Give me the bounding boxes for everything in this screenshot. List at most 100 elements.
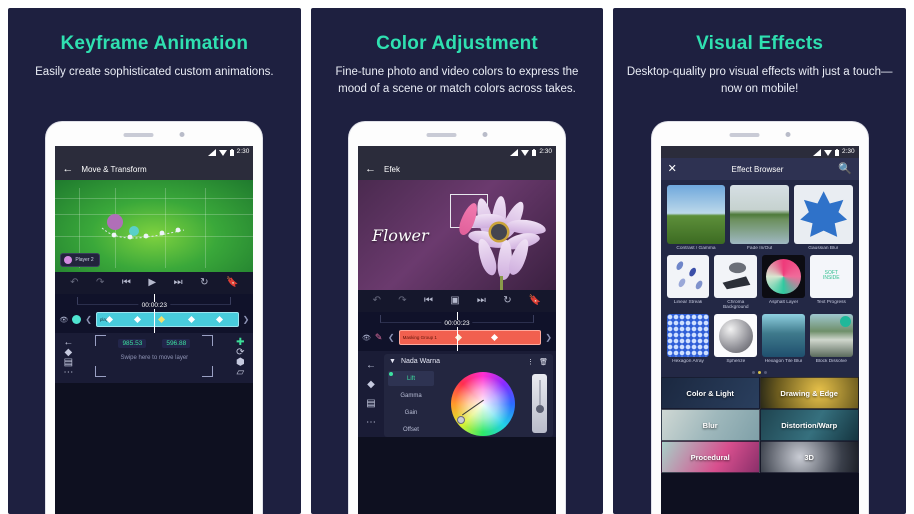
skew-icon[interactable]: ▱ [236,368,244,378]
effect-item[interactable]: Hexagon Array [666,314,710,364]
visibility-eye-icon[interactable]: 👁 [59,316,68,324]
signal-icon [510,148,519,156]
more-icon[interactable]: ⋯ [63,368,73,378]
page-dot[interactable] [752,371,756,375]
category-color-light[interactable]: Color & Light [660,377,760,410]
search-icon[interactable]: 🔍 [838,163,852,175]
redo-icon[interactable]: ↷ [96,278,104,288]
effect-thumbnail[interactable] [809,314,853,357]
loop-icon[interactable]: ↻ [503,296,511,306]
keyframe-marker[interactable] [133,315,141,323]
effect-item[interactable]: Block Dissolve [809,314,853,364]
page-indicator[interactable] [661,370,859,377]
value-x[interactable]: 985.53 [118,339,147,348]
redo-icon[interactable]: ↷ [398,296,406,306]
undo-icon[interactable]: ↶ [373,296,381,306]
color-wheel-handle[interactable] [457,416,465,424]
bookmark-icon[interactable]: 🔖 [226,278,238,288]
tab-gamma[interactable]: Gamma [388,388,434,403]
skip-previous-icon[interactable]: ⏮ [424,296,433,306]
back-arrow-icon[interactable]: ← [366,360,376,371]
more-vertical-icon[interactable]: ⋮ [527,358,534,366]
effect-item[interactable]: Asphalt Layer [762,254,805,310]
snapshot-icon[interactable]: ▣ [450,296,459,306]
effect-item[interactable]: SOFT INSIDE Text Progress [809,254,853,310]
visibility-eye-icon[interactable]: 👁 [362,334,371,342]
play-icon[interactable]: ▶ [148,278,156,288]
effect-thumbnail[interactable] [762,254,805,298]
bookmark-icon[interactable]: 🔖 [529,296,541,306]
left-tool-rail: ← ◆ ▤ ⋯ [55,333,81,383]
playhead[interactable] [457,312,458,351]
effect-item[interactable]: Linear Streak [666,254,710,310]
keyframe-marker[interactable] [215,315,223,323]
layer-label-chip[interactable]: Player 2 [60,253,100,267]
close-icon[interactable]: ✕ [668,163,677,175]
video-preview[interactable]: Flower [358,180,556,290]
effect-thumbnail[interactable] [666,254,710,298]
scroll-left-icon[interactable]: ❮ [85,315,92,324]
timeline-clip[interactable]: player [95,312,239,327]
color-wheel-wrap[interactable] [438,371,528,437]
effect-item[interactable]: Hexagon Tile Blur [762,314,805,364]
effect-thumbnail[interactable] [666,185,726,244]
mask-pen-icon[interactable]: ✎ [375,333,384,342]
skip-previous-icon[interactable]: ⏮ [122,278,131,288]
keyframe-marker-selected[interactable] [454,333,462,341]
effect-item[interactable]: Spherize [714,314,758,364]
back-arrow-icon[interactable]: ← [62,163,73,175]
effect-thumbnail[interactable] [714,314,758,357]
skip-next-icon[interactable]: ⏭ [477,296,486,306]
trash-icon[interactable]: 🗑 [539,358,548,366]
loop-icon[interactable]: ↻ [200,278,208,288]
tab-gain[interactable]: Gain [388,405,434,420]
playhead[interactable] [154,294,156,333]
front-camera [785,132,791,137]
back-arrow-icon[interactable]: ← [365,163,376,175]
scroll-left-icon[interactable]: ❮ [388,333,395,342]
luminance-slider[interactable] [532,374,547,433]
color-wheel[interactable] [451,372,515,436]
keyframe-diamond-icon[interactable]: ◆ [367,379,375,390]
category-procedural[interactable]: Procedural [660,441,760,474]
tab-offset[interactable]: Offset [388,422,434,437]
move-layer-canvas[interactable]: 985.53 596.88 Swipe here to move layer [81,333,227,383]
effect-thumbnail[interactable] [762,314,805,357]
timeline-clip[interactable]: Masking Group 1 [398,330,542,345]
effect-thumbnail[interactable]: SOFT INSIDE [809,254,853,298]
slider-handle[interactable] [535,404,544,413]
more-icon[interactable]: ⋯ [366,417,376,428]
keyframe-marker-selected[interactable] [157,315,165,323]
effect-label: Chroma Background [722,299,749,310]
skip-next-icon[interactable]: ⏭ [174,278,183,288]
category-distortion-warp[interactable]: Distortion/Warp [759,409,859,442]
timeline[interactable]: 00:00:23 👁 ❮ player ❯ [55,294,254,333]
scroll-right-icon[interactable]: ❯ [545,333,552,342]
chevron-down-icon[interactable]: ▼ [389,358,396,365]
phone-notch [123,132,185,137]
value-y[interactable]: 596.88 [162,339,191,348]
effect-item[interactable]: Gaussian Blur [794,185,853,251]
keyframe-marker[interactable] [490,333,498,341]
track-color-swatch[interactable] [72,315,82,324]
tab-lift[interactable]: Lift [388,371,434,386]
scroll-right-icon[interactable]: ❯ [243,315,250,324]
effect-item[interactable]: Fade In/Out [730,185,790,251]
effect-thumbnail[interactable] [666,314,710,357]
streak-icon [676,261,703,290]
timeline[interactable]: 00:00:23 👁 ✎ ❮ Masking Group 1 ❯ [358,312,556,351]
page-dot[interactable] [764,371,768,375]
effect-thumbnail[interactable] [714,254,758,298]
undo-icon[interactable]: ↶ [70,278,78,288]
effect-item[interactable]: Chroma Background [714,254,758,310]
category-3d[interactable]: 3D [759,441,859,474]
video-preview[interactable]: Player 2 [55,180,254,272]
category-drawing-edge[interactable]: Drawing & Edge [759,377,859,410]
effect-item[interactable]: Contrast / Gamma [666,185,726,251]
effect-thumbnail[interactable] [794,185,853,244]
category-blur[interactable]: Blur [660,409,760,442]
page-dot-active[interactable] [758,371,762,375]
effect-thumbnail[interactable] [730,185,790,244]
crop-icon[interactable]: ▤ [366,398,375,409]
keyframe-marker[interactable] [187,315,195,323]
